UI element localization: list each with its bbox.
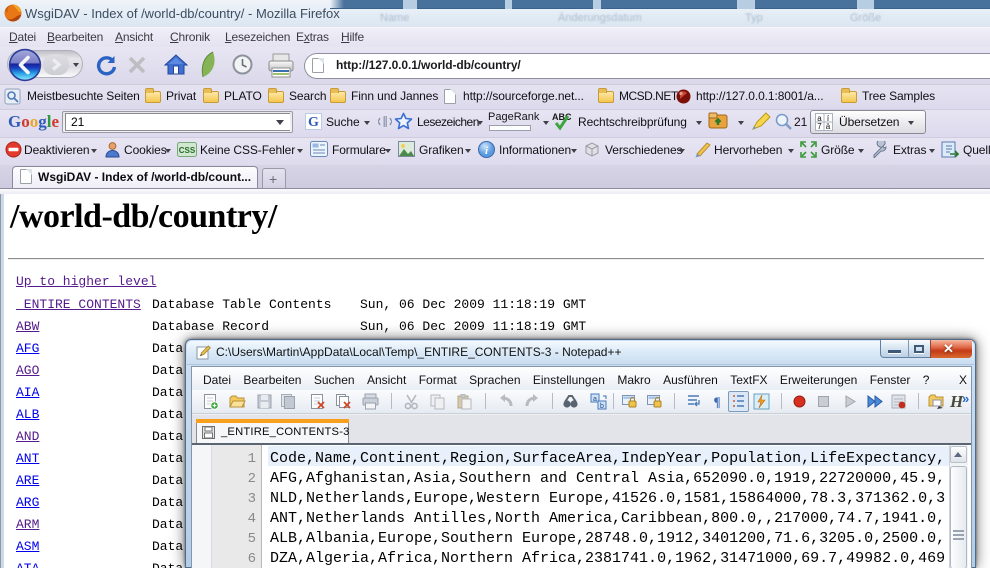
svg-text:7: 7 <box>817 122 822 131</box>
svg-text:ä: ä <box>826 122 831 131</box>
svg-text:b: b <box>600 403 604 410</box>
svg-text:CSS: CSS <box>179 146 196 155</box>
svg-text:G: G <box>308 115 319 130</box>
svg-text:a: a <box>593 396 597 403</box>
svg-text:¶: ¶ <box>713 394 720 409</box>
